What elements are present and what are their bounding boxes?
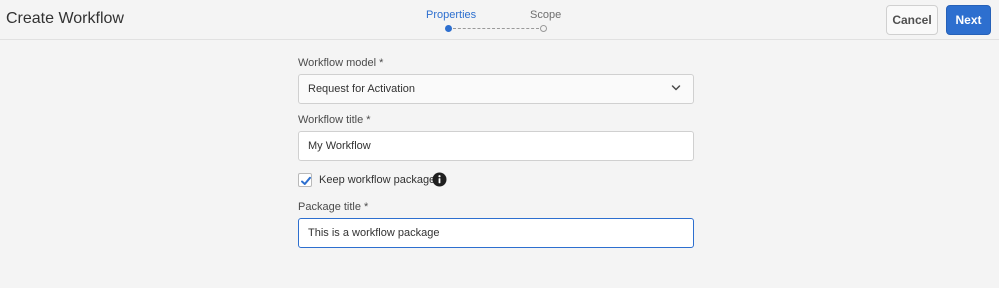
keep-package-row: Keep workflow package <box>298 172 498 188</box>
package-title-label: Package title * <box>298 201 369 213</box>
package-title-input[interactable] <box>298 218 694 248</box>
checkmark-icon <box>301 176 311 185</box>
step-properties-dot <box>445 25 452 32</box>
keep-package-label: Keep workflow package <box>319 174 436 186</box>
next-button[interactable]: Next <box>946 5 991 35</box>
step-scope-label[interactable]: Scope <box>530 9 561 21</box>
workflow-model-label: Workflow model * <box>298 57 384 69</box>
chevron-down-icon <box>671 85 681 91</box>
page-title: Create Workflow <box>6 10 124 27</box>
step-properties-label[interactable]: Properties <box>426 9 476 21</box>
cancel-button[interactable]: Cancel <box>886 5 938 35</box>
workflow-title-input[interactable] <box>298 131 694 161</box>
top-bar: Create Workflow Properties Scope Cancel … <box>0 0 999 40</box>
step-scope-dot <box>540 25 547 32</box>
workflow-model-value: Request for Activation <box>308 83 416 95</box>
workflow-title-label: Workflow title * <box>298 114 371 126</box>
step-connector <box>453 28 539 29</box>
keep-package-checkbox[interactable] <box>298 173 312 187</box>
info-icon[interactable] <box>432 172 447 187</box>
wizard-steps: Properties Scope <box>420 0 570 40</box>
workflow-model-select[interactable]: Request for Activation <box>298 74 694 104</box>
